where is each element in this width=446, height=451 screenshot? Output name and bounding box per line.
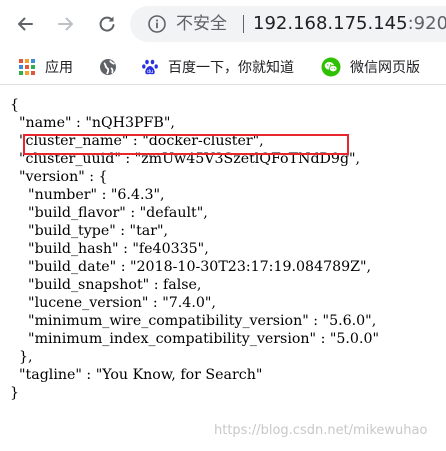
json-line: "build_hash" : "fe40335",: [10, 241, 209, 257]
watermark: https://blog.csdn.net/mikewuhao: [214, 423, 428, 438]
forward-button[interactable]: [51, 9, 81, 39]
bookmark-wechat[interactable]: 微信网页版: [321, 56, 420, 78]
browser-toolbar: 不安全 192.168.175.145:9200: [0, 0, 446, 50]
json-line: "minimum_index_compatibility_version" : …: [10, 331, 380, 347]
json-line: "build_date" : "2018-10-30T23:17:19.0847…: [10, 259, 372, 275]
json-line: "number" : "6.4.3",: [10, 187, 165, 203]
cluster-name-highlight-box: [23, 134, 349, 155]
url-port: :9200: [407, 13, 446, 34]
json-line: "lucene_version" : "7.4.0",: [10, 295, 216, 311]
bookmark-globe[interactable]: [99, 56, 117, 78]
address-divider: [243, 15, 244, 33]
json-line: "build_flavor" : "default",: [10, 205, 208, 221]
back-button[interactable]: [10, 9, 40, 39]
back-arrow-icon: [18, 17, 33, 31]
svg-text:du: du: [147, 69, 153, 75]
json-line: },: [10, 349, 33, 365]
bookmark-wechat-label: 微信网页版: [350, 60, 420, 76]
baidu-paw-icon: du: [142, 59, 158, 75]
json-line: "name" : "nQH3PFB",: [10, 115, 175, 131]
json-line: "minimum_wire_compatibility_version" : "…: [10, 313, 377, 329]
wechat-icon: [321, 57, 341, 77]
json-line: "version" : {: [10, 169, 108, 185]
json-line: "tagline" : "You Know, for Search": [10, 367, 263, 383]
json-line: "build_snapshot" : false,: [10, 277, 202, 293]
bookmark-baidu[interactable]: du 百度一下，你就知道: [141, 56, 294, 78]
security-label[interactable]: 不安全: [176, 13, 227, 35]
forward-arrow-icon: [58, 17, 73, 31]
globe-icon: [100, 59, 116, 75]
url-text[interactable]: 192.168.175.145:9200: [253, 12, 446, 36]
json-line: "build_type" : "tar",: [10, 223, 169, 239]
bookmarks-bar: 应用 du 百度一下，你就知道 微信网页版: [0, 50, 446, 85]
json-line: }: [10, 385, 20, 401]
reload-button[interactable]: [92, 9, 122, 39]
json-line: {: [10, 97, 20, 113]
bookmark-apps-label: 应用: [45, 60, 73, 76]
address-bar[interactable]: 不安全 192.168.175.145:9200: [130, 6, 446, 42]
bookmark-baidu-label: 百度一下，你就知道: [168, 60, 294, 76]
apps-grid-icon: [19, 59, 35, 75]
bookmark-apps[interactable]: 应用: [18, 56, 73, 78]
info-icon[interactable]: [148, 15, 166, 33]
reload-icon: [99, 16, 115, 32]
url-host: 192.168.175.145: [253, 13, 408, 34]
